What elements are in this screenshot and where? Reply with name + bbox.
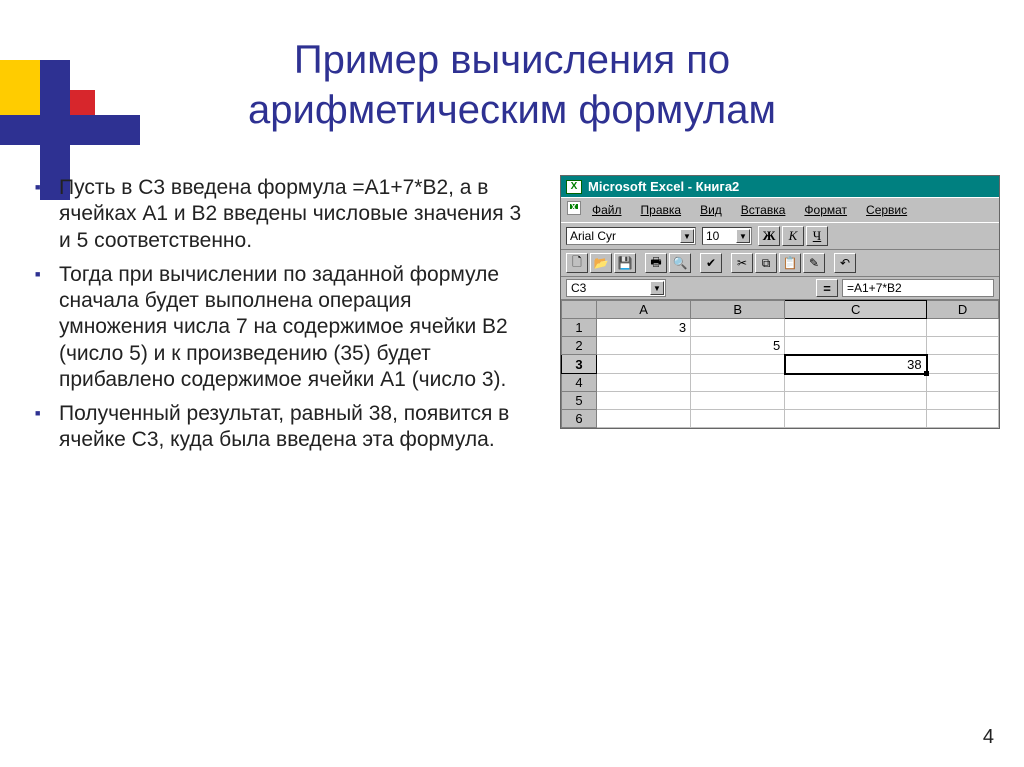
- cell-b5[interactable]: [691, 392, 785, 410]
- select-all-corner[interactable]: [562, 301, 597, 319]
- name-box-value: C3: [571, 281, 586, 295]
- slide-title: Пример вычисления по арифметическим форм…: [0, 0, 1024, 135]
- excel-app-icon: X: [566, 180, 582, 194]
- equals-button[interactable]: =: [816, 279, 838, 297]
- cell-d3[interactable]: [927, 355, 999, 374]
- bullet-item: Полученный результат, равный 38, появитс…: [35, 401, 525, 454]
- cell-a1[interactable]: 3: [597, 319, 691, 337]
- formula-value[interactable]: =A1+7*B2: [842, 279, 994, 297]
- excel-window: X Microsoft Excel - Книга2 Файл Правка В…: [560, 175, 1000, 429]
- menu-view[interactable]: Вид: [692, 201, 730, 219]
- dropdown-icon: ▼: [650, 281, 664, 295]
- row-header-5[interactable]: 5: [562, 392, 597, 410]
- bold-button[interactable]: Ж: [758, 226, 780, 246]
- row-header-1[interactable]: 1: [562, 319, 597, 337]
- excel-title-text: Microsoft Excel - Книга2: [588, 179, 739, 194]
- cell-c2[interactable]: [785, 337, 927, 355]
- paste-icon[interactable]: 📋: [779, 253, 801, 273]
- page-number: 4: [983, 726, 994, 749]
- menu-edit[interactable]: Правка: [633, 201, 690, 219]
- cell-a5[interactable]: [597, 392, 691, 410]
- menu-format[interactable]: Формат: [796, 201, 855, 219]
- cell-d1[interactable]: [927, 319, 999, 337]
- deco-blue-horizontal: [0, 115, 140, 145]
- bullet-list: Пусть в С3 введена формула =А1+7*В2, а в…: [35, 175, 525, 462]
- name-box[interactable]: C3 ▼: [566, 279, 666, 297]
- font-name-value: Arial Cyr: [570, 229, 616, 243]
- cut-icon[interactable]: ✂: [731, 253, 753, 273]
- bullet-item: Тогда при вычислении по заданной формуле…: [35, 262, 525, 393]
- cell-a4[interactable]: [597, 374, 691, 392]
- cell-b1[interactable]: [691, 319, 785, 337]
- underline-button[interactable]: Ч: [806, 226, 828, 246]
- col-header-a[interactable]: A: [597, 301, 691, 319]
- cell-c6[interactable]: [785, 410, 927, 428]
- cell-d2[interactable]: [927, 337, 999, 355]
- excel-formula-bar: C3 ▼ = =A1+7*B2: [561, 277, 999, 300]
- menu-file[interactable]: Файл: [584, 201, 630, 219]
- copy-icon[interactable]: ⧉: [755, 253, 777, 273]
- excel-grid: A B C D 1 3 2 5: [561, 300, 999, 428]
- menu-insert[interactable]: Вставка: [733, 201, 794, 219]
- cell-d4[interactable]: [927, 374, 999, 392]
- cell-d6[interactable]: [927, 410, 999, 428]
- open-file-icon[interactable]: 📂: [590, 253, 612, 273]
- undo-icon[interactable]: ↶: [834, 253, 856, 273]
- dropdown-icon: ▼: [736, 229, 750, 243]
- title-line-1: Пример вычисления по: [294, 38, 730, 82]
- cell-a2[interactable]: [597, 337, 691, 355]
- cell-c5[interactable]: [785, 392, 927, 410]
- col-header-c[interactable]: C: [785, 301, 927, 319]
- format-painter-icon[interactable]: ✎: [803, 253, 825, 273]
- row-header-6[interactable]: 6: [562, 410, 597, 428]
- cell-b3[interactable]: [691, 355, 785, 374]
- cell-d5[interactable]: [927, 392, 999, 410]
- cell-a6[interactable]: [597, 410, 691, 428]
- deco-yellow: [0, 60, 40, 115]
- save-icon[interactable]: 💾: [614, 253, 636, 273]
- cell-c1[interactable]: [785, 319, 927, 337]
- row-header-2[interactable]: 2: [562, 337, 597, 355]
- dropdown-icon: ▼: [680, 229, 694, 243]
- cell-b4[interactable]: [691, 374, 785, 392]
- print-preview-icon[interactable]: 🔍: [669, 253, 691, 273]
- title-line-2: арифметическим формулам: [248, 88, 776, 132]
- excel-menubar: Файл Правка Вид Вставка Формат Сервис: [561, 197, 999, 222]
- italic-button[interactable]: К: [782, 226, 804, 246]
- cell-b2[interactable]: 5: [691, 337, 785, 355]
- font-name-combo[interactable]: Arial Cyr ▼: [566, 227, 696, 245]
- excel-font-bar: Arial Cyr ▼ 10 ▼ Ж К Ч: [561, 222, 999, 250]
- new-file-icon[interactable]: 🗋: [566, 253, 588, 273]
- deco-red: [70, 90, 95, 115]
- excel-toolbar: 🗋 📂 💾 🖶 🔍 ✔ ✂ ⧉ 📋 ✎ ↶: [561, 250, 999, 277]
- excel-titlebar: X Microsoft Excel - Книга2: [561, 176, 999, 197]
- cell-a3[interactable]: [597, 355, 691, 374]
- row-header-3[interactable]: 3: [562, 355, 597, 374]
- font-size-combo[interactable]: 10 ▼: [702, 227, 752, 245]
- font-size-value: 10: [706, 229, 719, 243]
- menu-tools[interactable]: Сервис: [858, 201, 915, 219]
- col-header-d[interactable]: D: [927, 301, 999, 319]
- spellcheck-icon[interactable]: ✔: [700, 253, 722, 273]
- row-header-4[interactable]: 4: [562, 374, 597, 392]
- cell-b6[interactable]: [691, 410, 785, 428]
- bullet-item: Пусть в С3 введена формула =А1+7*В2, а в…: [35, 175, 525, 254]
- cell-c4[interactable]: [785, 374, 927, 392]
- print-icon[interactable]: 🖶: [645, 253, 667, 273]
- cell-c3[interactable]: 38: [785, 355, 927, 374]
- excel-doc-icon: [567, 201, 581, 215]
- col-header-b[interactable]: B: [691, 301, 785, 319]
